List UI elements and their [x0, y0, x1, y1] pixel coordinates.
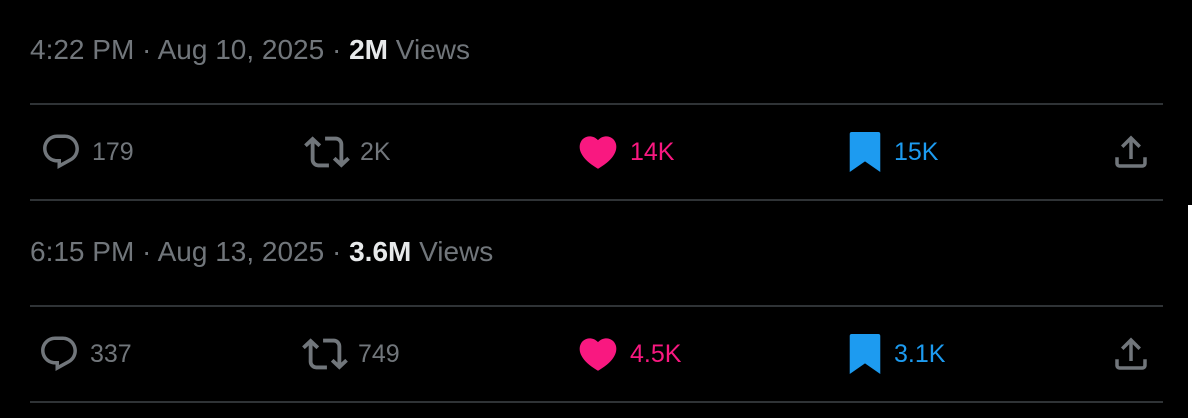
post-meta: 4:22 PM · Aug 10, 2025 · 2M Views	[30, 33, 470, 67]
repost-icon	[304, 129, 350, 175]
share-button[interactable]	[1110, 104, 1152, 200]
bookmark-count: 15K	[894, 138, 939, 166]
heart-icon	[576, 332, 620, 376]
views-count: 3.6M	[349, 236, 412, 267]
repost-count: 749	[358, 340, 400, 368]
post-timestamp[interactable]: 4:22 PM · Aug 10, 2025 ·	[30, 34, 349, 65]
divider	[30, 199, 1163, 201]
action-bar: 337 749 4.5K 3.1K	[0, 306, 1192, 402]
action-bar: 179 2K 14K 15K	[0, 104, 1192, 200]
repost-button[interactable]: 2K	[304, 104, 391, 200]
reply-count: 337	[90, 340, 132, 368]
divider	[30, 401, 1163, 403]
views-label: Views	[419, 236, 494, 267]
reply-button[interactable]: 337	[38, 306, 132, 402]
bookmark-count: 3.1K	[894, 340, 946, 368]
reply-icon	[38, 333, 80, 375]
like-button[interactable]: 4.5K	[576, 306, 681, 402]
bookmark-icon	[846, 333, 884, 375]
bookmark-button[interactable]: 15K	[846, 104, 938, 200]
share-icon	[1110, 131, 1152, 173]
repost-button[interactable]: 749	[302, 306, 400, 402]
share-icon	[1110, 333, 1152, 375]
heart-icon	[576, 130, 620, 174]
bookmark-button[interactable]: 3.1K	[846, 306, 945, 402]
like-count: 14K	[630, 138, 675, 166]
edge-panel	[1188, 205, 1192, 418]
post-meta: 6:15 PM · Aug 13, 2025 · 3.6M Views	[30, 235, 493, 269]
post-timestamp[interactable]: 6:15 PM · Aug 13, 2025 ·	[30, 236, 349, 267]
views-count: 2M	[349, 34, 388, 65]
like-count: 4.5K	[630, 340, 682, 368]
reply-icon	[40, 131, 82, 173]
reply-button[interactable]: 179	[40, 104, 134, 200]
views-label: Views	[395, 34, 470, 65]
share-button[interactable]	[1110, 306, 1152, 402]
repost-count: 2K	[360, 138, 391, 166]
bookmark-icon	[846, 131, 884, 173]
repost-icon	[302, 331, 348, 377]
like-button[interactable]: 14K	[576, 104, 674, 200]
reply-count: 179	[92, 138, 134, 166]
